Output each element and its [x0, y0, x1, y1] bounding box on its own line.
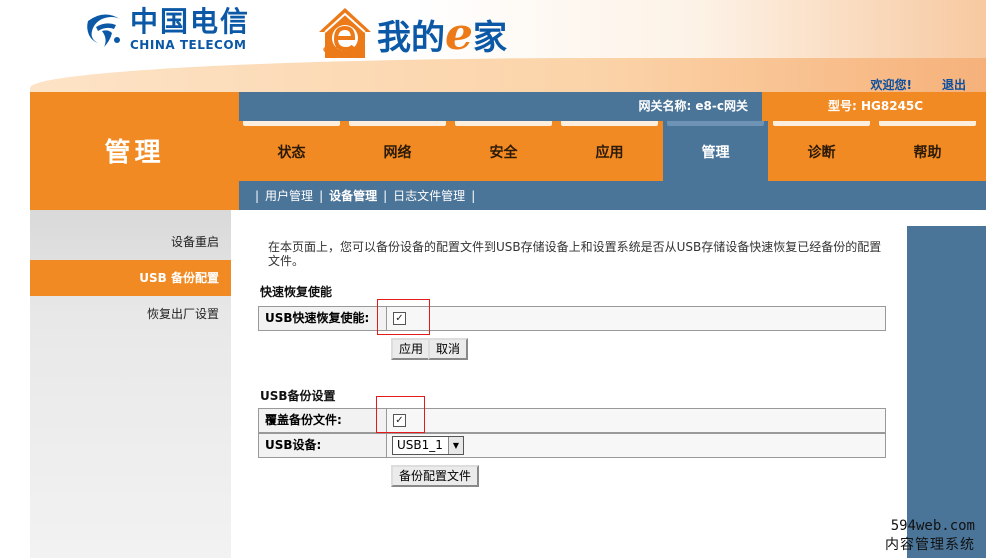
left-item-factory-reset[interactable]: 恢复出厂设置: [30, 296, 231, 332]
quick-restore-label: USB快速恢复使能:: [259, 307, 387, 330]
info-bar: 网关名称: e8-c网关 型号: HG8245C: [239, 92, 986, 121]
usb-device-label: USB设备:: [259, 434, 387, 457]
usb-device-value-cell: USB1_1 ▼: [387, 434, 885, 457]
tab-diagnosis[interactable]: 诊断: [769, 121, 874, 181]
china-telecom-logo: 中国电信 CHINA TELECOM: [82, 6, 250, 52]
overwrite-row: 覆盖备份文件: ✓: [258, 408, 886, 433]
left-item-device-reboot[interactable]: 设备重启: [30, 224, 231, 260]
ehome-logo: ONE HOME 我的e家: [315, 2, 507, 62]
watermark: 594web.com 内容管理系统: [885, 518, 975, 554]
chevron-down-icon[interactable]: ▼: [448, 437, 463, 454]
ehome-title: 我的e家: [377, 11, 507, 62]
page-description: 在本页面上，您可以备份设备的配置文件到USB存储设备上和设置系统是否从USB存储…: [268, 240, 882, 268]
backup-config-button[interactable]: 备份配置文件: [391, 465, 480, 487]
highlight-box: [377, 299, 430, 335]
subnav-separator: |: [319, 188, 324, 203]
tab-network[interactable]: 网络: [345, 121, 450, 181]
gateway-name: 网关名称: e8-c网关: [638, 99, 748, 113]
ehome-badge: ONE HOME: [323, 46, 366, 54]
watermark-line1: 594web.com: [890, 518, 975, 534]
tab-application[interactable]: 应用: [557, 121, 662, 181]
ehome-title-e: e: [445, 9, 473, 60]
left-menu: 设备重启 USB 备份配置 恢复出厂设置: [30, 210, 239, 558]
telecom-en-name: CHINA TELECOM: [130, 38, 247, 52]
telecom-cn-name: 中国电信: [130, 5, 251, 38]
left-menu-divider: [231, 210, 239, 558]
cancel-button[interactable]: 取消: [428, 338, 469, 360]
left-item-usb-backup[interactable]: USB 备份配置: [30, 260, 231, 296]
apply-button[interactable]: 应用: [391, 338, 432, 360]
tab-security[interactable]: 安全: [451, 121, 556, 181]
top-links: 欢迎您! 退出: [871, 76, 967, 92]
left-section-header: 管理: [30, 92, 239, 210]
subnav-user-management[interactable]: 用户管理: [265, 187, 313, 204]
subnav-device-management[interactable]: 设备管理: [329, 187, 377, 204]
highlight-box: [376, 396, 425, 433]
usb-device-selected: USB1_1: [397, 438, 443, 452]
tab-help[interactable]: 帮助: [875, 121, 980, 181]
ehome-title-jia: 家: [473, 18, 507, 58]
welcome-text: 欢迎您!: [870, 78, 912, 92]
sub-nav: | 用户管理 | 设备管理 | 日志文件管理 |: [239, 181, 986, 210]
watermark-line2: 内容管理系统: [885, 537, 975, 553]
quick-restore-row: USB快速恢复使能: ✓: [258, 306, 886, 331]
quick-restore-value-cell: ✓: [387, 307, 885, 330]
quick-restore-section-title: 快速恢复使能: [260, 285, 333, 299]
content-top-gap: [239, 210, 986, 226]
right-rail: [907, 226, 986, 558]
header: 中国电信 CHINA TELECOM ONE HOME 我的e家 欢迎您! 退出: [30, 0, 986, 92]
usb-backup-section-title: USB备份设置: [260, 389, 336, 403]
header-swoosh: [30, 58, 986, 92]
main-tabs: 状态 网络 安全 应用 管理 诊断 帮助: [239, 121, 986, 181]
subnav-log-management[interactable]: 日志文件管理: [393, 187, 465, 204]
subnav-separator: |: [255, 188, 260, 203]
overwrite-label: 覆盖备份文件:: [259, 409, 387, 432]
model-name: 型号: HG8245C: [762, 92, 986, 121]
china-telecom-icon: [87, 14, 120, 47]
left-section-title: 管理: [104, 138, 165, 168]
usb-device-row: USB设备: USB1_1 ▼: [258, 433, 886, 458]
router-admin-page: 中国电信 CHINA TELECOM ONE HOME 我的e家 欢迎您! 退出…: [0, 0, 999, 558]
tab-status[interactable]: 状态: [239, 121, 344, 181]
logout-link[interactable]: 退出: [942, 76, 966, 92]
subnav-separator: |: [471, 188, 476, 203]
ehome-title-text: 我的: [377, 18, 445, 58]
usb-device-select[interactable]: USB1_1 ▼: [392, 436, 464, 455]
subnav-separator: |: [383, 188, 388, 203]
tab-management[interactable]: 管理: [663, 121, 768, 181]
overwrite-value-cell: ✓: [387, 409, 885, 432]
